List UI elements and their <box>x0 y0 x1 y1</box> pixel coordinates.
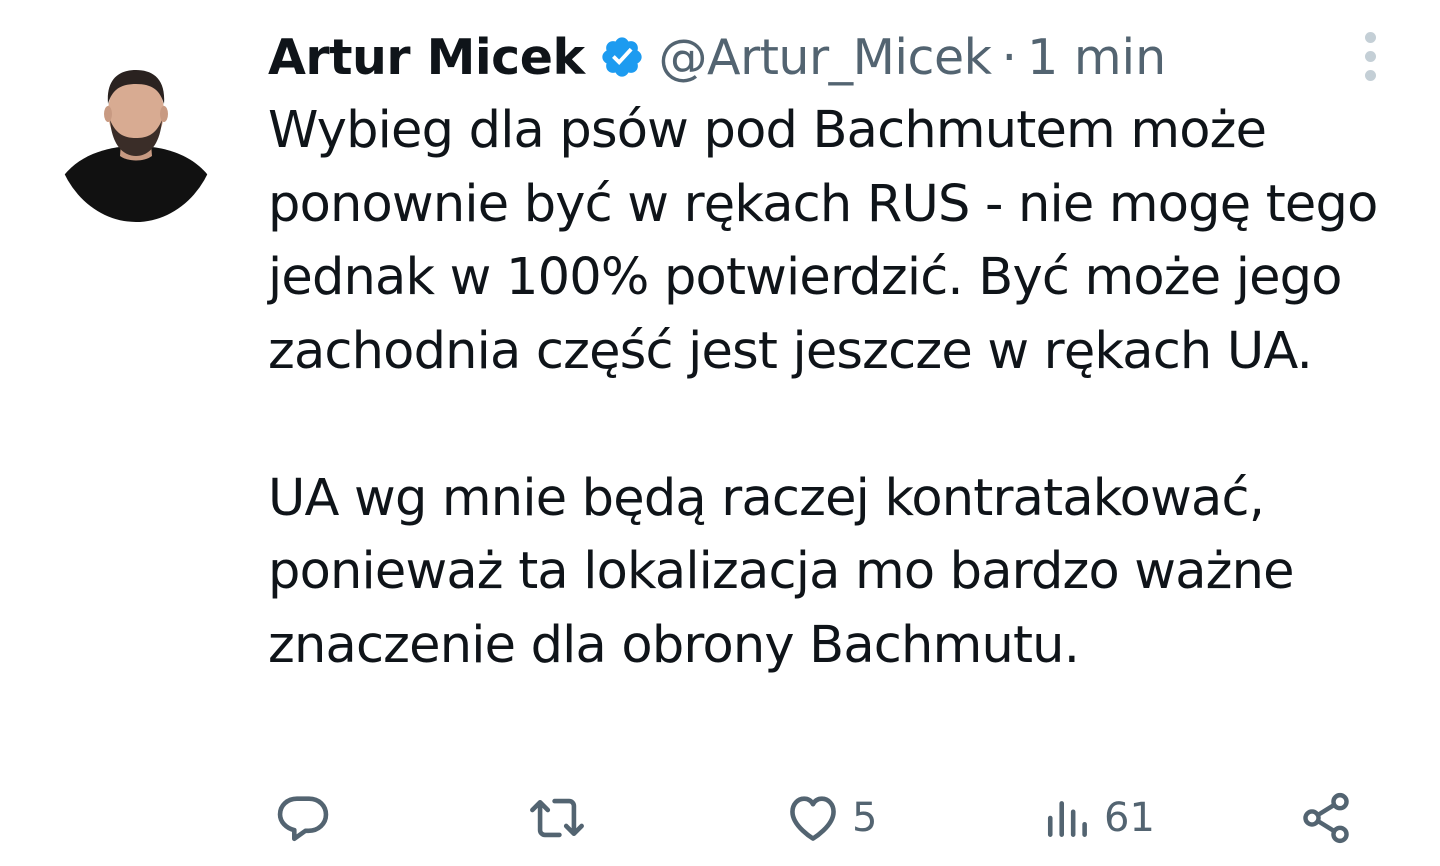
like-count: 5 <box>852 795 878 841</box>
retweet-icon <box>526 789 588 847</box>
like-button[interactable]: 5 <box>784 786 877 850</box>
more-options-button[interactable] <box>1352 28 1388 84</box>
verified-badge-icon <box>599 34 645 80</box>
more-dot-icon <box>1364 31 1376 43</box>
separator-dot: · <box>1001 28 1018 86</box>
tweet-header: Artur Micek @Artur_Micek · 1 min <box>268 22 1166 92</box>
tweet-actions-bar: 5 61 <box>272 786 1362 850</box>
views-button[interactable]: 61 <box>1044 786 1155 850</box>
author-handle[interactable]: @Artur_Micek <box>659 29 992 86</box>
author-name[interactable]: Artur Micek <box>268 29 585 86</box>
timestamp[interactable]: 1 min <box>1027 29 1166 86</box>
tweet-body: Wybieg dla psów pod Bachmutem może ponow… <box>268 94 1408 682</box>
reply-button[interactable] <box>274 786 332 850</box>
more-dot-icon <box>1364 69 1376 81</box>
avatar[interactable] <box>54 34 218 222</box>
share-icon <box>1298 789 1354 847</box>
more-dot-icon <box>1364 50 1376 62</box>
heart-icon <box>784 789 842 847</box>
share-button[interactable] <box>1298 786 1354 850</box>
tweet-paragraph: Wybieg dla psów pod Bachmutem może ponow… <box>268 101 1378 381</box>
views-icon <box>1044 789 1094 847</box>
views-count: 61 <box>1104 795 1155 841</box>
reply-icon <box>274 789 332 847</box>
retweet-button[interactable] <box>526 786 588 850</box>
tweet-paragraph: UA wg mnie będą raczej kontratakować, po… <box>268 468 1295 675</box>
